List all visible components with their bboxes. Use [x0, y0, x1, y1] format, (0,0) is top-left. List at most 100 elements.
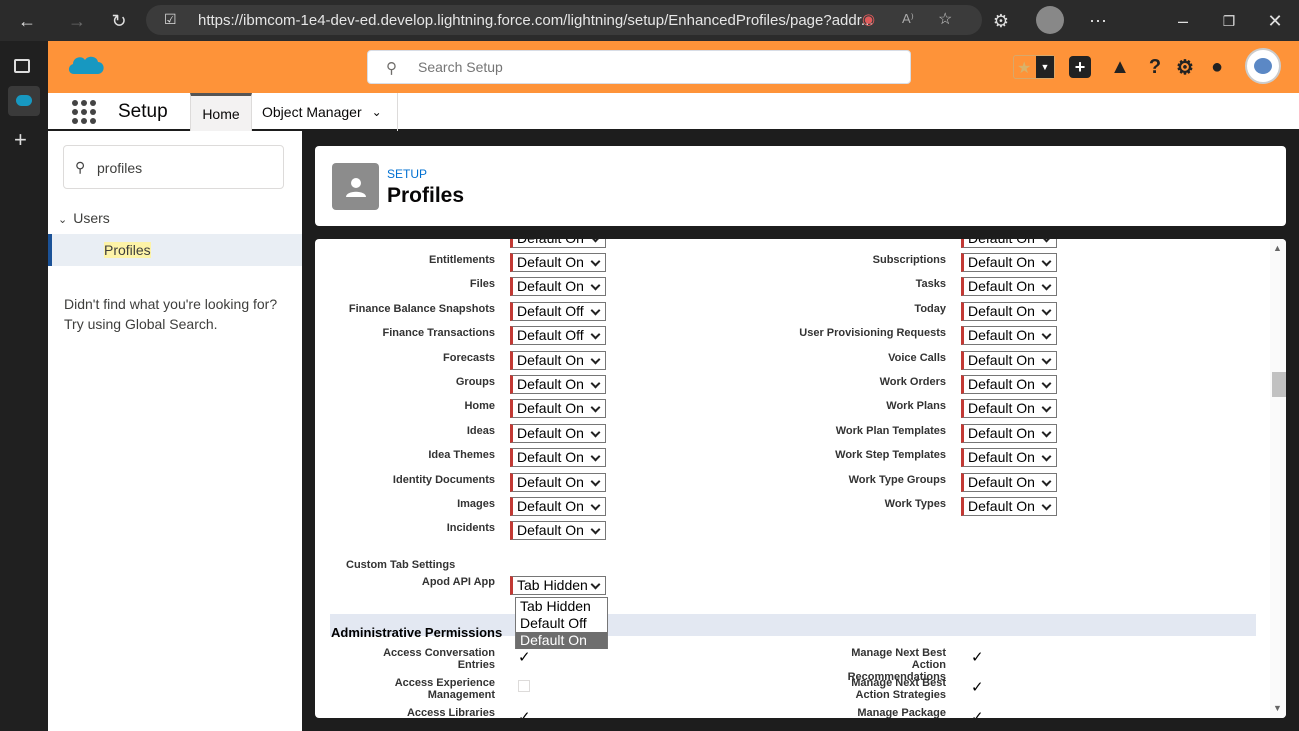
tab-setting-select[interactable]: Default On	[510, 497, 606, 516]
help-icon[interactable]: ?	[1143, 55, 1167, 79]
favorites-star-icon[interactable]: ☆	[938, 9, 952, 29]
quick-find-input[interactable]: ⚲ profiles	[63, 145, 284, 189]
chevron-down-icon[interactable]: ⌄	[58, 214, 67, 226]
tab-setting-select[interactable]: Default On	[961, 301, 1057, 321]
scroll-thumb[interactable]	[1272, 372, 1286, 397]
global-search-input[interactable]	[418, 57, 888, 77]
tab-setting-select[interactable]: Default On	[961, 472, 1057, 492]
tab-setting-select[interactable]: Default On	[510, 399, 606, 419]
more-options-icon[interactable]: ⋯	[1085, 8, 1111, 34]
tab-setting-select[interactable]: Default On	[510, 277, 606, 297]
forward-icon[interactable]: →	[64, 8, 90, 34]
back-icon[interactable]: ←	[14, 8, 40, 34]
tab-actions-icon[interactable]	[14, 59, 30, 73]
salesforce-logo[interactable]	[66, 52, 106, 80]
permission-label: Access Libraries	[406, 707, 495, 718]
page-header: SETUP Profiles	[315, 146, 1286, 226]
minimize-icon[interactable]: –	[1170, 8, 1196, 34]
extensions-icon[interactable]: ⚙	[988, 8, 1014, 34]
tab-setting-select[interactable]: Default On	[510, 423, 606, 443]
tab-setting-select[interactable]: Default On	[961, 350, 1057, 370]
tab-setting-label: Files	[469, 278, 495, 291]
tab-setting-select[interactable]: Default On	[510, 253, 606, 272]
tab-setting-select[interactable]: Default On	[961, 326, 1057, 346]
tab-setting-select[interactable]: Default On	[961, 497, 1057, 516]
tree-item-profiles-label[interactable]: Profiles	[104, 242, 151, 258]
favorites-dropdown-icon[interactable]: ▼	[1036, 56, 1054, 78]
dropdown-option[interactable]: Tab Hidden	[516, 598, 607, 615]
page-info-icon[interactable]: ☑	[164, 11, 177, 28]
breadcrumb[interactable]: SETUP	[387, 167, 427, 181]
dropdown-option[interactable]: Default Off	[516, 615, 607, 632]
tab-setting-label: Idea Themes	[428, 449, 495, 462]
tab-setting-select[interactable]: Default On	[961, 448, 1057, 468]
checkmark-icon: ✓	[518, 649, 531, 666]
tab-setting-select[interactable]: Default On	[510, 521, 606, 541]
salesforce-tab-icon[interactable]	[8, 86, 40, 116]
tree-node-users[interactable]: ⌄ Users	[58, 210, 110, 226]
refresh-icon[interactable]: ↻	[106, 8, 132, 34]
address-url[interactable]: https://ibmcom-1e4-dev-ed.develop.lightn…	[198, 12, 878, 29]
main-content-area: SETUP Profiles Default On Default On Ent…	[302, 131, 1299, 731]
permission-label: Access Experience Management	[394, 677, 495, 701]
setup-navigation: Setup Home Object Manager ⌄	[48, 93, 1299, 131]
app-launcher-icon[interactable]	[72, 100, 96, 124]
tab-setting-label: Work Type Groups	[848, 473, 946, 486]
tab-setting-select[interactable]: Default On	[510, 472, 606, 492]
profile-avatar-icon[interactable]	[1036, 6, 1064, 34]
tab-object-manager[interactable]: Object Manager ⌄	[254, 93, 398, 131]
tab-object-manager-label: Object Manager	[262, 104, 362, 120]
tab-setting-select[interactable]: Default On	[510, 350, 606, 370]
trailhead-icon[interactable]: ▲	[1108, 55, 1132, 79]
tab-setting-select[interactable]: Default On	[961, 423, 1057, 443]
new-tab-plus-icon[interactable]: +	[14, 127, 27, 153]
global-actions-plus-icon[interactable]: +	[1069, 56, 1091, 78]
tab-setting-select[interactable]: Default Off	[510, 326, 606, 346]
custom-tab-dropdown-list[interactable]: Tab Hidden Default Off Default On	[515, 597, 608, 649]
tab-setting-select[interactable]: Default Off	[510, 301, 606, 321]
unchecked-box	[518, 680, 530, 692]
custom-tab-label: Apod API App	[421, 576, 495, 588]
address-bar[interactable]: ☑ https://ibmcom-1e4-dev-ed.develop.ligh…	[146, 5, 982, 35]
tab-setting-label: Tasks	[915, 278, 946, 291]
chevron-down-icon[interactable]: ⌄	[372, 105, 382, 119]
read-aloud-icon[interactable]: A⁾	[902, 11, 914, 27]
tab-setting-select[interactable]: Default On	[961, 399, 1057, 419]
user-avatar[interactable]	[1245, 48, 1281, 84]
tree-node-users-label: Users	[73, 210, 110, 226]
tab-setting-select[interactable]: Default On	[510, 375, 606, 394]
notifications-bell-icon[interactable]: ●	[1205, 55, 1229, 79]
tab-setting-label: Incidents	[446, 522, 495, 535]
tab-setting-select-partial-left[interactable]: Default On	[510, 239, 606, 248]
tab-setting-select[interactable]: Default On	[961, 375, 1057, 394]
app-title: Setup	[118, 101, 168, 122]
search-icon: ⚲	[386, 60, 397, 77]
content-scrollbar[interactable]: ▲ ▼	[1270, 239, 1286, 718]
tab-home[interactable]: Home	[190, 93, 252, 131]
tab-setting-label: Work Orders	[879, 376, 946, 388]
global-header: ⚲ ★ ▼ + ▲ ? ⚙ ●	[48, 41, 1299, 93]
setup-gear-icon[interactable]: ⚙	[1173, 55, 1197, 79]
tab-setting-label: Groups	[455, 376, 495, 388]
tracking-prevention-icon[interactable]: ◉	[862, 10, 875, 28]
tab-setting-label: Subscriptions	[872, 254, 946, 266]
tab-setting-select[interactable]: Default On	[961, 253, 1057, 272]
admin-permissions-title: Administrative Permissions	[331, 625, 503, 640]
checkmark-icon: ✓	[971, 709, 984, 718]
scroll-up-icon[interactable]: ▲	[1273, 243, 1282, 253]
tab-setting-select[interactable]: Default On	[510, 448, 606, 468]
favorites-button[interactable]: ★ ▼	[1013, 55, 1055, 79]
checkmark-icon: ✓	[971, 649, 984, 666]
dropdown-option-highlighted[interactable]: Default On	[516, 632, 607, 649]
quick-find-value[interactable]: profiles	[97, 160, 142, 176]
global-search-box[interactable]: ⚲	[367, 50, 911, 84]
setup-tree-panel: ⚲ profiles ⌄ Users Profiles Didn't find w…	[48, 131, 302, 731]
scroll-down-icon[interactable]: ▼	[1273, 703, 1282, 713]
restore-icon[interactable]: ❐	[1216, 8, 1242, 34]
edge-sidebar: +	[0, 41, 48, 731]
custom-tab-select[interactable]: Tab Hidden	[510, 576, 606, 595]
close-icon[interactable]: ✕	[1262, 8, 1288, 34]
tree-item-profiles[interactable]: Profiles	[48, 234, 302, 266]
tab-setting-select[interactable]: Default On	[961, 277, 1057, 297]
tab-setting-select-partial-right[interactable]: Default On	[961, 239, 1057, 248]
